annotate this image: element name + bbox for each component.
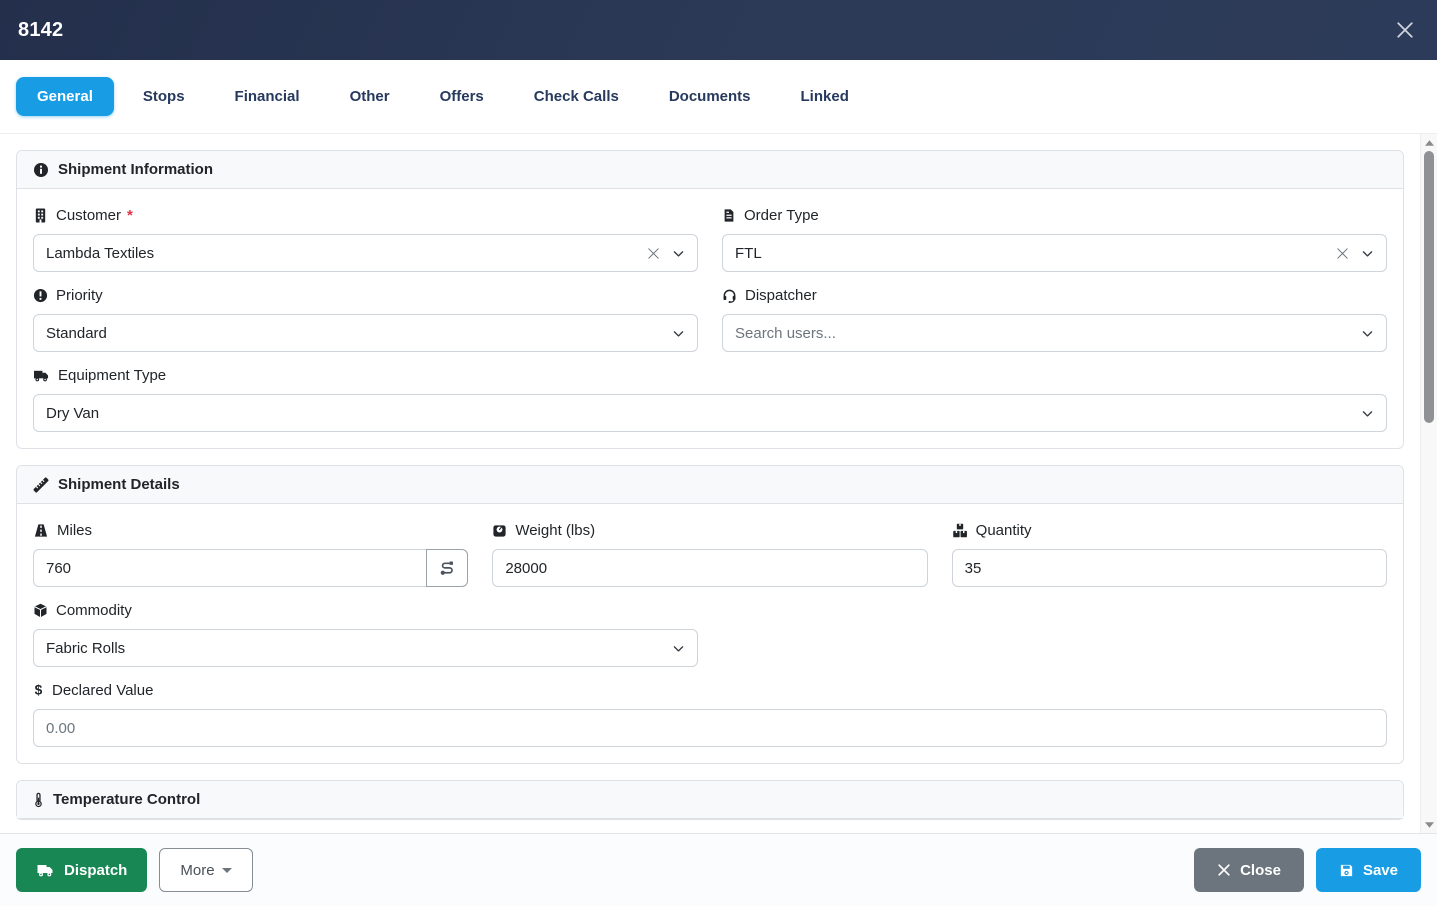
chevron-down-icon[interactable] [672,642,685,655]
truck-icon [33,368,50,383]
scrollbar-track[interactable] [1421,151,1437,816]
weight-label: Weight (lbs) [515,522,595,539]
dollar-icon: $ [33,682,44,698]
shipment-details-header: Shipment Details [17,466,1403,504]
headset-icon [722,288,737,303]
dispatcher-select[interactable]: Search users... [722,314,1387,352]
temperature-control-header: Temperature Control [17,781,1403,819]
priority-label: Priority [56,287,103,304]
close-label: Close [1240,862,1281,879]
dispatch-label: Dispatch [64,862,127,879]
weight-input[interactable] [505,560,914,577]
scroll-content: Shipment Information Customer * Lambda T… [0,134,1420,833]
save-label: Save [1363,862,1398,879]
route-icon [439,560,456,577]
tab-documents[interactable]: Documents [648,77,772,116]
vertical-scrollbar[interactable] [1420,134,1437,833]
tab-linked[interactable]: Linked [780,77,870,116]
save-button[interactable]: Save [1316,848,1421,892]
required-asterisk: * [127,207,133,224]
tab-check-calls[interactable]: Check Calls [513,77,640,116]
declared-value-input[interactable] [46,720,1374,737]
tab-other[interactable]: Other [329,77,411,116]
equipment-type-label: Equipment Type [58,367,166,384]
section-title: Shipment Details [58,476,180,493]
modal-header: 8142 [0,0,1437,60]
equipment-type-value: Dry Van [46,405,1361,422]
commodity-value: Fabric Rolls [46,640,672,657]
scrollbar-thumb[interactable] [1424,151,1434,423]
miles-label: Miles [57,522,92,539]
floppy-disk-icon [1339,863,1354,878]
x-icon [1217,863,1231,877]
declared-value-label: Declared Value [52,682,153,699]
more-label: More [180,862,214,879]
chevron-down-icon[interactable] [1361,247,1374,260]
quantity-label: Quantity [976,522,1032,539]
boxes-stacked-icon [952,523,968,538]
dispatcher-placeholder: Search users... [735,325,1361,342]
equipment-type-select[interactable]: Dry Van [33,394,1387,432]
chevron-down-icon[interactable] [672,247,685,260]
tab-stops[interactable]: Stops [122,77,206,116]
customer-select[interactable]: Lambda Textiles [33,234,698,272]
building-icon [33,208,48,223]
commodity-select[interactable]: Fabric Rolls [33,629,698,667]
shipment-information-header: Shipment Information [17,151,1403,189]
modal-footer: Dispatch More Close Save [0,833,1437,906]
clear-icon[interactable] [1335,246,1350,261]
temperature-control-card: Temperature Control [16,780,1404,820]
quantity-input[interactable] [965,560,1374,577]
priority-value: Standard [46,325,672,342]
file-lines-icon [722,208,736,223]
shipment-information-card: Shipment Information Customer * Lambda T… [16,150,1404,449]
close-button[interactable]: Close [1194,848,1304,892]
tab-bar: General Stops Financial Other Offers Che… [0,60,1437,134]
more-button[interactable]: More [159,848,252,892]
customer-value: Lambda Textiles [46,245,646,262]
dispatch-button[interactable]: Dispatch [16,848,147,892]
chevron-down-icon[interactable] [1361,327,1374,340]
ruler-icon [33,477,49,493]
page-title: 8142 [18,19,63,42]
tab-financial[interactable]: Financial [214,77,321,116]
customer-label: Customer [56,207,121,224]
priority-select[interactable]: Standard [33,314,698,352]
circle-info-icon [33,162,49,178]
svg-text:$: $ [35,683,43,698]
weight-scale-icon [492,523,507,538]
truck-icon [36,862,55,878]
road-icon [33,523,49,538]
section-title: Shipment Information [58,161,213,178]
commodity-label: Commodity [56,602,132,619]
circle-exclamation-icon [33,288,48,303]
thermometer-icon [33,792,44,808]
calculate-route-button[interactable] [426,549,468,587]
order-type-value: FTL [735,245,1335,262]
section-title: Temperature Control [53,791,200,808]
caret-down-icon [222,868,232,873]
tab-offers[interactable]: Offers [419,77,505,116]
tab-general[interactable]: General [16,77,114,116]
chevron-down-icon[interactable] [672,327,685,340]
cube-icon [33,603,48,618]
scroll-down-icon[interactable] [1421,816,1437,833]
order-type-select[interactable]: FTL [722,234,1387,272]
miles-input[interactable] [46,560,414,577]
chevron-down-icon[interactable] [1361,407,1374,420]
close-icon[interactable] [1391,16,1419,44]
shipment-details-card: Shipment Details Miles [16,465,1404,764]
clear-icon[interactable] [646,246,661,261]
order-type-label: Order Type [744,207,819,224]
dispatcher-label: Dispatcher [745,287,817,304]
scroll-up-icon[interactable] [1421,134,1437,151]
